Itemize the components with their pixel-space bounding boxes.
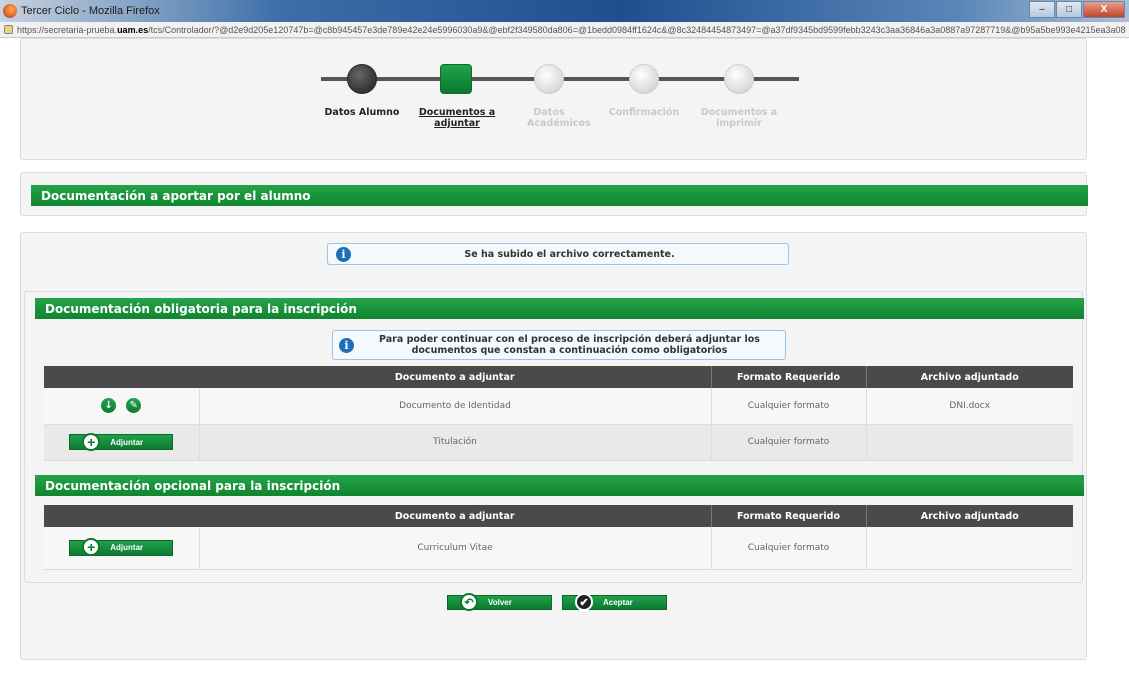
document-name: Titulación bbox=[199, 424, 712, 461]
plus-icon: + bbox=[82, 432, 101, 451]
maximize-button[interactable]: □ bbox=[1056, 1, 1082, 18]
step-3-circle bbox=[534, 64, 564, 94]
url-path: /tcs/Controlador/?@d2e9d205e120747b=@c8b… bbox=[148, 24, 1126, 35]
address-bar[interactable]: https://secretaria-prueba. uam.es/tcs/Con… bbox=[0, 22, 1129, 38]
format-column-header: Formato Requerido bbox=[711, 366, 867, 388]
window-controls: – □ X bbox=[1028, 1, 1125, 18]
edit-icon[interactable]: ✎ bbox=[126, 398, 142, 414]
step-1-label: Datos Alumno bbox=[324, 107, 400, 118]
back-button-label: Volver bbox=[488, 598, 512, 607]
step-2-circle bbox=[440, 64, 472, 94]
back-arrow-icon: ↶ bbox=[460, 593, 478, 611]
url-prefix: https://secretaria-prueba. bbox=[17, 24, 118, 35]
window-titlebar: Tercer Ciclo - Mozilla Firefox – □ X bbox=[0, 0, 1129, 22]
step-4-label: Confirmación bbox=[608, 107, 680, 118]
lock-icon bbox=[4, 25, 13, 34]
step-4-circle bbox=[629, 64, 659, 94]
accept-button[interactable]: ✔ Aceptar bbox=[562, 593, 667, 611]
table-header-row: Documento a adjuntar Formato Requerido A… bbox=[44, 366, 1073, 388]
file-column-header: Archivo adjuntado bbox=[866, 505, 1073, 527]
info-icon: i bbox=[336, 246, 351, 262]
document-name: Documento de Identidad bbox=[199, 388, 712, 425]
footer-actions: ↶ Volver ✔ Aceptar bbox=[447, 593, 667, 611]
required-format: Cualquier formato bbox=[711, 424, 867, 461]
table-row: + Adjuntar Curriculum Vitae Cualquier fo… bbox=[44, 527, 1073, 570]
mandatory-section-title: Documentación obligatoria para la inscri… bbox=[35, 298, 1084, 319]
step-3-label: Datos Académicos bbox=[527, 107, 591, 129]
attached-file: DNI.docx bbox=[866, 388, 1073, 425]
optional-section-title: Documentación opcional para la inscripci… bbox=[35, 475, 1084, 496]
file-column-header: Archivo adjuntado bbox=[866, 366, 1073, 388]
download-icon[interactable]: ↓ bbox=[101, 398, 117, 414]
plus-icon: + bbox=[82, 538, 101, 557]
stepper-panel: Datos Alumno Documentos a adjuntar Datos… bbox=[20, 38, 1087, 160]
page-content: Datos Alumno Documentos a adjuntar Datos… bbox=[0, 38, 1129, 676]
mandatory-notice: i Para poder continuar con el proceso de… bbox=[332, 330, 786, 360]
close-button[interactable]: X bbox=[1083, 1, 1125, 18]
required-format: Cualquier formato bbox=[711, 388, 867, 425]
optional-table: Documento a adjuntar Formato Requerido A… bbox=[44, 505, 1073, 570]
step-5-label: Documentos a imprimir bbox=[700, 107, 778, 129]
minimize-button[interactable]: – bbox=[1029, 1, 1055, 18]
attach-button[interactable]: + Adjuntar bbox=[69, 432, 174, 451]
document-column-header: Documento a adjuntar bbox=[199, 366, 712, 388]
table-header-row: Documento a adjuntar Formato Requerido A… bbox=[44, 505, 1073, 527]
required-format: Cualquier formato bbox=[711, 527, 867, 570]
attached-file bbox=[866, 527, 1073, 570]
document-column-header: Documento a adjuntar bbox=[199, 505, 712, 527]
row-actions: ↓ ✎ bbox=[44, 388, 200, 425]
firefox-icon bbox=[3, 4, 17, 18]
document-name: Curriculum Vitae bbox=[199, 527, 712, 570]
attached-file bbox=[866, 424, 1073, 461]
window-title: Tercer Ciclo - Mozilla Firefox bbox=[21, 5, 160, 17]
attach-button-label: Adjuntar bbox=[110, 543, 144, 553]
table-row: + Adjuntar Titulación Cualquier formato bbox=[44, 424, 1073, 461]
upload-success-text: Se ha subido el archivo correctamente. bbox=[464, 248, 675, 260]
table-row: ↓ ✎ Documento de Identidad Cualquier form… bbox=[44, 388, 1073, 425]
actions-column-header bbox=[44, 505, 199, 527]
main-section-panel: Documentación a aportar por el alumno bbox=[20, 172, 1088, 216]
mandatory-section: Documentación obligatoria para la inscri… bbox=[24, 291, 1084, 473]
url-host: uam.es bbox=[117, 24, 149, 35]
row-actions: + Adjuntar bbox=[44, 424, 200, 461]
back-button[interactable]: ↶ Volver bbox=[447, 593, 552, 611]
upload-success-message: i Se ha subido el archivo correctamente. bbox=[327, 243, 789, 265]
mandatory-table: Documento a adjuntar Formato Requerido A… bbox=[44, 366, 1073, 461]
optional-section: Documentación opcional para la inscripci… bbox=[24, 471, 1084, 583]
actions-column-header bbox=[44, 366, 199, 388]
step-1-circle bbox=[347, 64, 377, 94]
attach-button[interactable]: + Adjuntar bbox=[69, 538, 174, 557]
step-5-circle bbox=[724, 64, 754, 94]
info-icon: i bbox=[339, 337, 354, 353]
row-actions: + Adjuntar bbox=[44, 527, 200, 570]
accept-button-label: Aceptar bbox=[603, 598, 633, 607]
format-column-header: Formato Requerido bbox=[711, 505, 867, 527]
main-section-title: Documentación a aportar por el alumno bbox=[31, 185, 1088, 206]
attach-button-label: Adjuntar bbox=[110, 437, 144, 447]
documents-panel: i Se ha subido el archivo correctamente.… bbox=[20, 232, 1087, 660]
step-2-label[interactable]: Documentos a adjuntar bbox=[417, 107, 497, 129]
mandatory-notice-text: Para poder continuar con el proceso de i… bbox=[379, 334, 760, 356]
checkmark-icon: ✔ bbox=[575, 593, 593, 611]
